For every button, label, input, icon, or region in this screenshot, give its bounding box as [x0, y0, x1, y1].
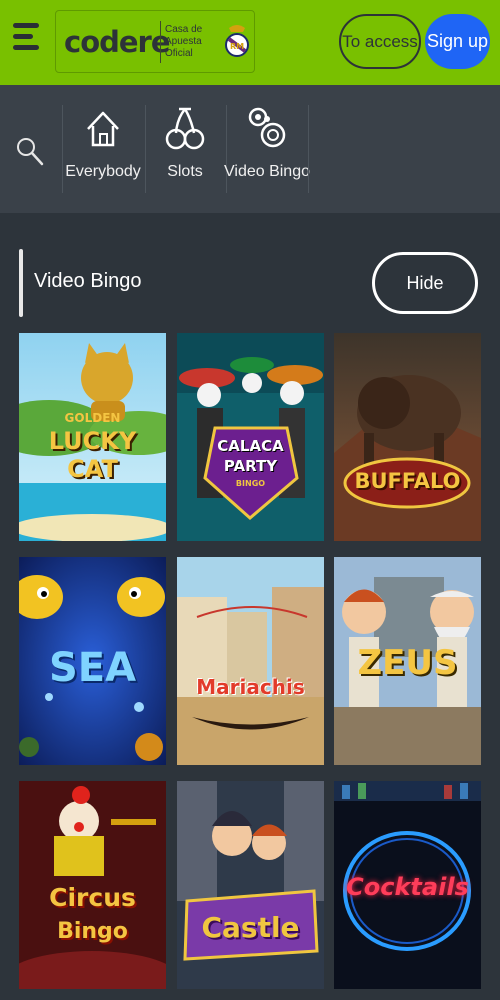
svg-text:RM: RM — [230, 42, 244, 51]
section-accent-bar — [19, 249, 23, 317]
game-title-line: GOLDEN — [64, 411, 121, 425]
login-button[interactable]: To access — [339, 14, 421, 69]
game-title-line: ZEUS — [357, 643, 458, 683]
category-slots[interactable]: Slots — [160, 105, 210, 195]
game-title-line: SEA — [48, 645, 137, 691]
game-title-line: LUCKY — [48, 427, 137, 455]
logo-sub-line-1: Casa de — [165, 23, 203, 35]
game-tile-castle[interactable]: Castle — [177, 781, 324, 989]
game-tile-golden-lucky-cat[interactable]: GOLDEN LUCKY CAT — [19, 333, 166, 541]
signup-button[interactable]: Sign up — [425, 14, 490, 69]
game-title-line: Castle — [201, 911, 300, 944]
bingo-balls-icon — [248, 107, 286, 148]
game-tile-sea[interactable]: SEA — [19, 557, 166, 765]
top-header: codere Casa de Apuesta Oficial RM To acc… — [0, 0, 500, 85]
logo-divider — [160, 20, 161, 63]
game-title-line: PARTY — [223, 457, 278, 475]
category-video-bingo[interactable]: Video Bingo — [224, 105, 310, 195]
game-tag: BINGO — [235, 479, 266, 488]
category-label: Slots — [167, 163, 203, 180]
nav-separator — [62, 105, 63, 193]
category-label: Everybody — [65, 163, 141, 180]
cherries-icon — [165, 107, 205, 150]
logo-sub-line-3: Oficial — [165, 47, 193, 59]
game-tile-zeus[interactable]: ZEUS — [334, 557, 481, 765]
logo-subtitle: Casa de Apuesta Oficial — [165, 24, 221, 60]
house-icon — [87, 111, 119, 147]
hamburger-menu-icon[interactable] — [13, 23, 41, 57]
game-title-line: BUFFALO — [354, 469, 461, 493]
game-thumbnail — [177, 781, 324, 989]
game-title-line: CALACA — [217, 437, 284, 455]
game-tile-circus-bingo[interactable]: Circus Bingo — [19, 781, 166, 989]
game-title-line: CAT — [67, 455, 118, 483]
logo-sub-line-2: Apuesta — [165, 35, 202, 47]
video-bingo-section: Video Bingo Hide GOLDEN LUCKY CAT CALACA… — [0, 213, 500, 1000]
category-label: Video Bingo — [224, 163, 310, 180]
club-crest-icon: RM — [225, 24, 249, 57]
category-everybody[interactable]: Everybody — [65, 105, 141, 195]
game-title-line: Circus — [49, 883, 136, 912]
brand-logo[interactable]: codere Casa de Apuesta Oficial RM — [55, 10, 255, 73]
game-title-line: Mariachis — [196, 675, 305, 699]
game-tile-buffalo[interactable]: BUFFALO — [334, 333, 481, 541]
game-thumbnail — [177, 557, 324, 765]
game-title-line: Cocktails — [346, 873, 469, 901]
category-nav: Everybody Slots Video Bingo — [0, 85, 500, 213]
game-tile-calaca-party[interactable]: CALACA PARTY BINGO — [177, 333, 324, 541]
nav-separator — [308, 105, 309, 193]
game-tile-mariachis[interactable]: Mariachis — [177, 557, 324, 765]
game-tile-cocktails[interactable]: Cocktails — [334, 781, 481, 989]
search-icon[interactable] — [15, 135, 45, 167]
game-title-line: Bingo — [57, 919, 128, 944]
game-thumbnail — [334, 333, 481, 541]
hide-button[interactable]: Hide — [372, 252, 478, 314]
logo-text: codere — [64, 24, 171, 59]
nav-separator — [145, 105, 146, 193]
section-title: Video Bingo — [34, 270, 142, 292]
